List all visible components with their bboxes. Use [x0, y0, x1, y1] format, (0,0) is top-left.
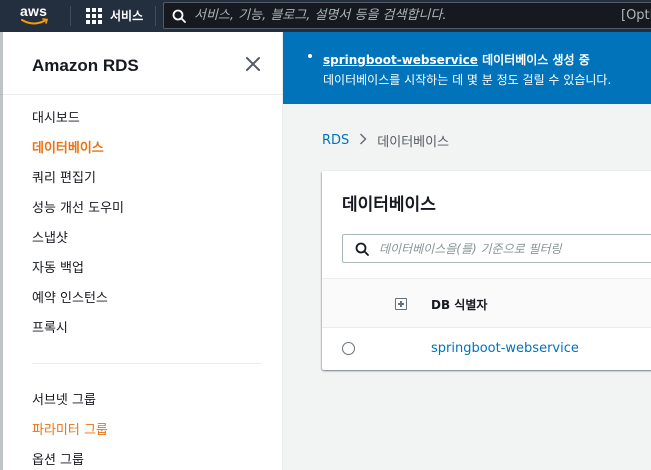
flash-status-text: 데이터베이스 생성 중: [477, 53, 590, 67]
sidebar-nav-list-secondary: 서브넷 그룹 파라미터 그룹 옵션 그룹: [32, 392, 108, 470]
sidebar-item-databases[interactable]: 데이터베이스: [32, 140, 124, 170]
search-shortcut-hint: [Opti: [621, 8, 651, 23]
sidebar-item-query-editor[interactable]: 쿼리 편집기: [32, 170, 124, 200]
services-menu-button[interactable]: 서비스: [86, 7, 143, 24]
chevron-right-icon: [359, 132, 367, 149]
global-search-input[interactable]: [194, 8, 614, 23]
db-identifier-link[interactable]: springboot-webservice: [431, 341, 579, 356]
loading-spinner-icon: [308, 54, 312, 58]
grid-icon: [86, 7, 102, 24]
flash-title: springboot-webservice 데이터베이스 생성 중: [323, 51, 590, 68]
sidebar-item-dashboard[interactable]: 대시보드: [32, 110, 124, 140]
filter-input[interactable]: [379, 241, 651, 256]
nav-divider: [70, 6, 71, 26]
sidebar: Amazon RDS 대시보드 데이터베이스 쿼리 편집기 성능 개선 도우미 …: [0, 32, 283, 470]
expand-all-icon[interactable]: [395, 298, 407, 310]
row-select-radio[interactable]: [342, 342, 355, 355]
close-icon[interactable]: [244, 55, 262, 73]
sidebar-nav-list: 대시보드 데이터베이스 쿼리 편집기 성능 개선 도우미 스냅샷 자동 백업 예…: [32, 110, 124, 350]
sidebar-item-subnet-groups[interactable]: 서브넷 그룹: [32, 392, 108, 422]
sidebar-item-automated-backups[interactable]: 자동 백업: [32, 260, 124, 290]
sidebar-divider: [0, 94, 282, 95]
breadcrumb-current: 데이터베이스: [377, 135, 450, 150]
nav-divider: [155, 6, 156, 26]
sidebar-item-reserved-instances[interactable]: 예약 인스턴스: [32, 290, 124, 320]
filter-box[interactable]: [342, 234, 651, 263]
aws-smile-icon: [21, 18, 49, 25]
sidebar-divider: [32, 363, 262, 364]
sidebar-item-snapshots[interactable]: 스냅샷: [32, 230, 124, 260]
breadcrumb-rds[interactable]: RDS: [322, 133, 349, 148]
sidebar-item-parameter-groups[interactable]: 파라미터 그룹: [32, 422, 108, 452]
aws-logo-text: aws: [20, 3, 48, 19]
sidebar-item-option-groups[interactable]: 옵션 그룹: [32, 452, 108, 470]
top-navigation-bar: aws 서비스 [Opti: [0, 0, 651, 32]
databases-panel: 데이터베이스 DB 식별자 springboot-webservice: [322, 171, 651, 370]
sidebar-item-proxies[interactable]: 프록시: [32, 320, 124, 350]
services-label: 서비스: [110, 9, 144, 23]
global-search[interactable]: [Opti: [163, 2, 651, 29]
flash-notification: springboot-webservice 데이터베이스 생성 중 데이터베이스…: [283, 32, 651, 104]
search-icon: [355, 242, 369, 256]
flash-db-link[interactable]: springboot-webservice: [323, 53, 478, 67]
flash-message: 데이터베이스를 시작하는 데 몇 분 정도 걸릴 수 있습니다.: [323, 73, 612, 87]
column-header-db-identifier[interactable]: DB 식별자: [431, 296, 487, 313]
sidebar-item-performance-insights[interactable]: 성능 개선 도우미: [32, 200, 124, 230]
sidebar-title: Amazon RDS: [32, 56, 139, 75]
breadcrumb: RDS 데이터베이스: [322, 131, 449, 150]
table-row: springboot-webservice: [322, 328, 651, 369]
table-header: DB 식별자: [322, 278, 651, 328]
search-icon: [172, 9, 186, 23]
aws-logo[interactable]: aws: [20, 2, 54, 28]
panel-title: 데이터베이스: [342, 195, 436, 214]
window-edge: [0, 32, 3, 470]
